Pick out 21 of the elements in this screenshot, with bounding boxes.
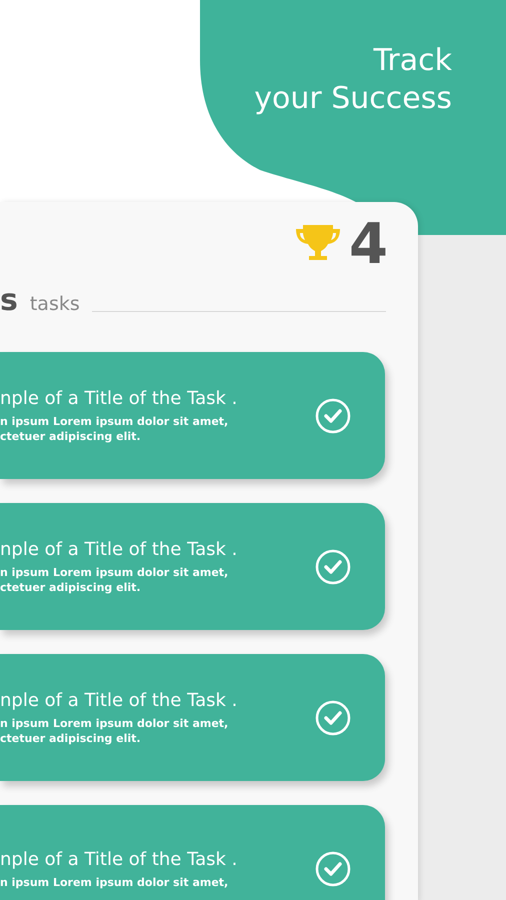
trophy-count: 4 — [349, 217, 388, 273]
task-card[interactable]: nple of a Title of the Task . n ipsum Lorem ipsum dolor sit amet, ctetuer adipiscing elit. — [0, 503, 385, 630]
task-title: nple of a Title of the Task . — [0, 689, 238, 713]
task-title: nple of a Title of the Task . — [0, 387, 238, 411]
headline-text: Track — [373, 42, 452, 80]
task-description: n ipsum Lorem ipsum dolor sit amet, ctetuer adipiscing elit. — [0, 565, 230, 595]
check-circle-icon[interactable] — [315, 700, 351, 736]
check-circle-icon[interactable] — [315, 548, 351, 584]
check-circle-icon[interactable] — [315, 398, 351, 434]
task-description: n ipsum Lorem ipsum dolor sit amet, ctetuer adipiscing elit. — [0, 716, 230, 746]
task-title: nple of a Title of the Task . — [0, 848, 238, 872]
section-title: s — [0, 286, 18, 316]
check-circle-icon[interactable] — [315, 850, 351, 886]
headline-text: your Success — [254, 80, 452, 118]
task-card[interactable]: nple of a Title of the Task . n ipsum Lorem ipsum dolor sit amet, ctetuer adipiscing elit. — [0, 352, 385, 479]
task-title: nple of a Title of the Task . — [0, 538, 238, 562]
task-description: n ipsum Lorem ipsum dolor sit amet, — [0, 874, 230, 890]
section-subtitle: tasks — [30, 295, 80, 316]
task-description: n ipsum Lorem ipsum dolor sit amet, ctetuer adipiscing elit. — [0, 414, 230, 444]
task-card[interactable]: nple of a Title of the Task . n ipsum Lorem ipsum dolor sit amet, ctetuer adipiscing elit. — [0, 654, 385, 781]
task-card[interactable]: nple of a Title of the Task . n ipsum Lorem ipsum dolor sit amet, — [0, 805, 385, 900]
